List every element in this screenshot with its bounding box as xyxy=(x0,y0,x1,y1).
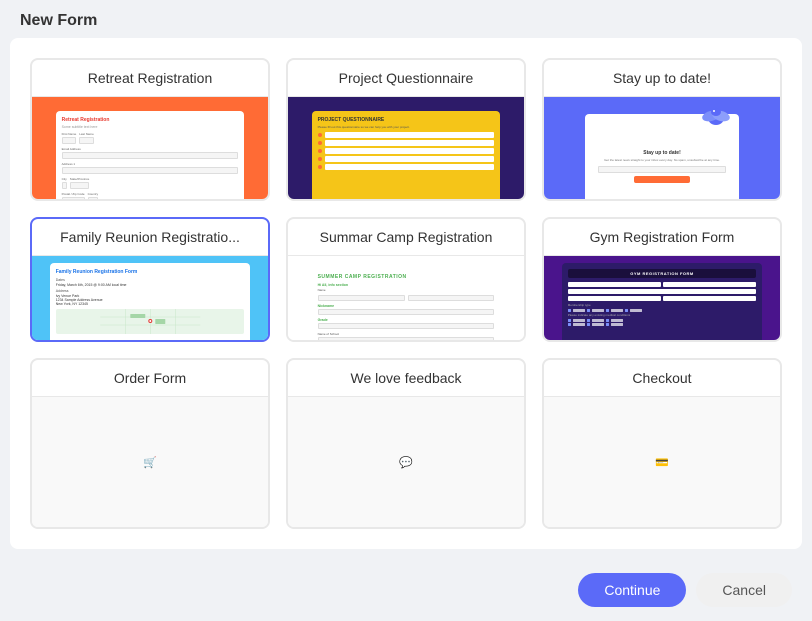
card-preview-summer: SUMMER CAMP REGISTRATION Hi All, info se… xyxy=(288,256,524,342)
template-card-project[interactable]: Project Questionnaire PROJECT QUESTIONNA… xyxy=(286,58,526,201)
bird-icon xyxy=(701,102,731,130)
template-card-checkout[interactable]: Checkout 💳 xyxy=(542,358,782,529)
cancel-button[interactable]: Cancel xyxy=(696,573,792,607)
template-card-order[interactable]: Order Form 🛒 xyxy=(30,358,270,529)
template-card-stayup[interactable]: Stay up to date! Stay up to date! Get th… xyxy=(542,58,782,201)
template-card-summer[interactable]: Summar Camp Registration SUMMER CAMP REG… xyxy=(286,217,526,342)
card-label-retreat: Retreat Registration xyxy=(32,60,268,97)
card-preview-project: PROJECT QUESTIONNAIRE Please fill out th… xyxy=(288,97,524,201)
card-preview-family: Family Reunion Registration Form Dates F… xyxy=(32,256,268,342)
card-label-order: Order Form xyxy=(32,360,268,397)
form-mockup-family: Family Reunion Registration Form Dates F… xyxy=(50,263,251,342)
card-preview-order: 🛒 xyxy=(32,397,268,527)
template-card-gym[interactable]: Gym Registration Form GYM REGISTRATION F… xyxy=(542,217,782,342)
card-preview-retreat: Retreat Registration Some subtitle text … xyxy=(32,97,268,201)
main-content: Retreat Registration Retreat Registratio… xyxy=(10,38,802,549)
continue-button[interactable]: Continue xyxy=(578,573,686,607)
card-preview-feedback: 💬 xyxy=(288,397,524,527)
form-mockup-retreat: Retreat Registration Some subtitle text … xyxy=(56,111,245,201)
form-mockup-gym: GYM REGISTRATION FORM Membership type xyxy=(562,263,763,342)
template-grid: Retreat Registration Retreat Registratio… xyxy=(30,58,782,529)
template-card-feedback[interactable]: We love feedback 💬 xyxy=(286,358,526,529)
card-label-gym: Gym Registration Form xyxy=(544,219,780,256)
page-header: New Form xyxy=(0,0,812,38)
card-label-project: Project Questionnaire xyxy=(288,60,524,97)
footer: Continue Cancel xyxy=(0,563,812,621)
card-preview-checkout: 💳 xyxy=(544,397,780,527)
template-card-family[interactable]: Family Reunion Registratio... Family Reu… xyxy=(30,217,270,342)
map-preview xyxy=(56,309,245,334)
form-mockup-stayup: Stay up to date! Get the latest news str… xyxy=(585,114,738,201)
feedback-preview-icon: 💬 xyxy=(399,456,413,469)
template-card-retreat[interactable]: Retreat Registration Retreat Registratio… xyxy=(30,58,270,201)
form-mockup-summer: SUMMER CAMP REGISTRATION Hi All, info se… xyxy=(312,268,501,342)
card-label-family: Family Reunion Registratio... xyxy=(32,219,268,256)
card-label-stayup: Stay up to date! xyxy=(544,60,780,97)
card-label-checkout: Checkout xyxy=(544,360,780,397)
card-label-summer: Summar Camp Registration xyxy=(288,219,524,256)
checkout-preview-icon: 💳 xyxy=(655,456,669,469)
card-preview-gym: GYM REGISTRATION FORM Membership type xyxy=(544,256,780,342)
card-label-feedback: We love feedback xyxy=(288,360,524,397)
form-mockup-project: PROJECT QUESTIONNAIRE Please fill out th… xyxy=(312,111,501,201)
order-preview-icon: 🛒 xyxy=(143,456,157,469)
card-preview-stayup: Stay up to date! Get the latest news str… xyxy=(544,97,780,201)
page-title: New Form xyxy=(20,12,97,29)
